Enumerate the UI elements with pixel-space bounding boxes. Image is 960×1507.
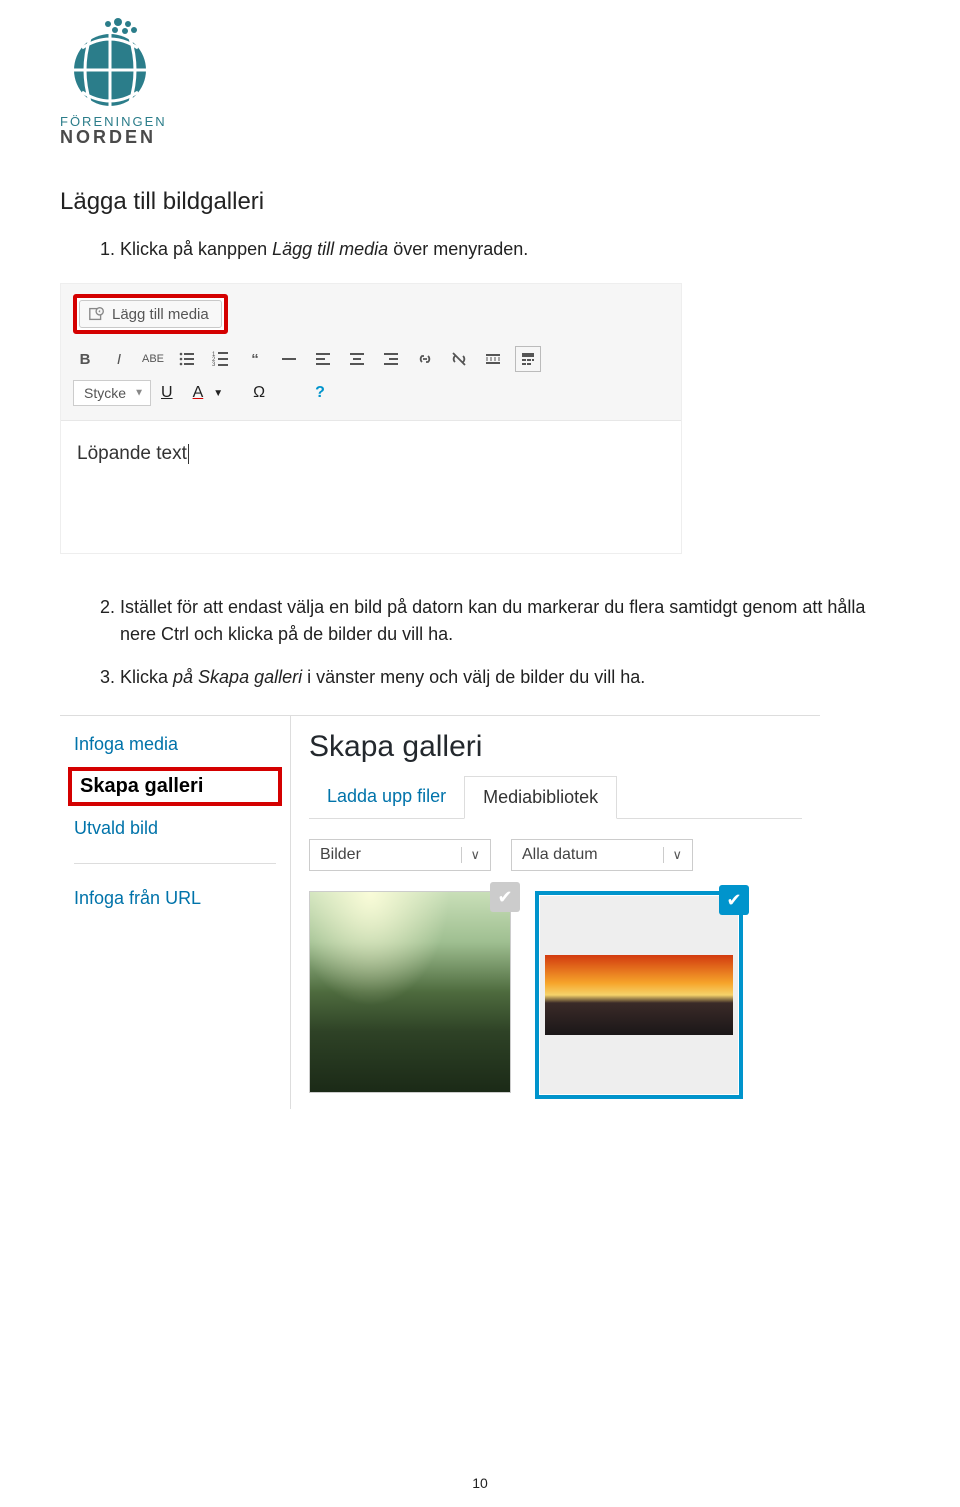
logo: FÖRENINGEN NORDEN (60, 18, 200, 148)
toolbar-row-1: B I ABE 123 “ (73, 346, 669, 372)
tab-media-library[interactable]: Mediabibliotek (464, 776, 617, 819)
format-select-value: Stycke (84, 385, 126, 401)
more-button[interactable] (481, 347, 505, 371)
filter-date-value: Alla datum (522, 846, 598, 864)
align-left-button[interactable] (311, 347, 335, 371)
format-select[interactable]: Stycke ▼ (73, 380, 151, 406)
check-icon: ✔ (719, 885, 749, 915)
sidebar-divider (74, 863, 276, 864)
media-modal-screenshot: Infoga media Skapa galleri Utvald bild I… (60, 715, 820, 1109)
italic-button[interactable]: I (107, 347, 131, 371)
media-thumbnail-1[interactable]: ✔ (309, 891, 511, 1093)
special-char-button[interactable]: Ω (253, 384, 265, 402)
chevron-down-icon: ∨ (663, 847, 682, 863)
page-number: 10 (472, 1475, 488, 1491)
bullet-list-button[interactable] (175, 347, 199, 371)
modal-tabs: Ladda upp filer Mediabibliotek (309, 776, 802, 819)
add-media-label: Lägg till media (112, 306, 209, 323)
add-media-button[interactable]: Lägg till media (79, 300, 222, 328)
sidebar-item-skapa-galleri[interactable]: Skapa galleri (68, 767, 282, 806)
step-3: Klicka på Skapa galleri i vänster meny o… (120, 664, 900, 691)
globe-icon (60, 18, 160, 108)
section-heading: Lägga till bildgalleri (60, 188, 900, 216)
sidebar-item-infoga-url[interactable]: Infoga från URL (60, 878, 290, 919)
text-color-button[interactable]: A (193, 384, 204, 402)
step-1-text-pre: Klicka på kanppen (120, 239, 272, 259)
step-1: Klicka på kanppen Lägg till media över m… (120, 236, 900, 263)
filter-type-value: Bilder (320, 846, 361, 864)
step-3-text-post: i vänster meny och välj de bilder du vil… (302, 667, 645, 687)
thumbnail-image (545, 955, 733, 1035)
text-cursor (188, 444, 189, 464)
step-1-text-em: Lägg till media (272, 239, 388, 259)
media-icon (88, 305, 106, 323)
editor-body[interactable]: Löpande text (61, 421, 681, 553)
filter-date-select[interactable]: Alla datum ∨ (511, 839, 693, 871)
unlink-button[interactable] (447, 347, 471, 371)
step-3-text-em: på Skapa galleri (173, 667, 302, 687)
help-button[interactable]: ? (315, 384, 325, 402)
svg-text:3: 3 (212, 362, 216, 368)
tab-upload-files[interactable]: Ladda upp filer (309, 776, 464, 818)
hr-button[interactable] (277, 347, 301, 371)
editor-screenshot: Lägg till media B I ABE 123 “ (60, 283, 682, 554)
sidebar-item-utvald-bild[interactable]: Utvald bild (60, 808, 290, 849)
step-3-text-pre: Klicka (120, 667, 173, 687)
modal-sidebar: Infoga media Skapa galleri Utvald bild I… (60, 716, 291, 1109)
thumbnail-image (310, 892, 510, 1092)
check-icon: ✔ (490, 882, 520, 912)
underline-button[interactable]: U (161, 384, 173, 402)
chevron-down-icon: ∨ (461, 847, 480, 863)
text-color-caret[interactable]: ▼ (213, 388, 223, 399)
strikethrough-button[interactable]: ABE (141, 347, 165, 371)
blockquote-button[interactable]: “ (243, 347, 267, 371)
filter-type-select[interactable]: Bilder ∨ (309, 839, 491, 871)
step-2: Istället för att endast välja en bild på… (120, 594, 900, 648)
logo-line2: NORDEN (60, 127, 200, 148)
add-media-highlight: Lägg till media (73, 294, 228, 334)
sidebar-item-infoga-media[interactable]: Infoga media (60, 724, 290, 765)
align-right-button[interactable] (379, 347, 403, 371)
toolbar-row-2: Stycke ▼ U A ▼ Ω ? (73, 380, 669, 406)
toolbar-toggle-button[interactable] (515, 346, 541, 372)
media-thumbnail-2[interactable]: ✔ (535, 891, 743, 1099)
numbered-list-button[interactable]: 123 (209, 347, 233, 371)
link-button[interactable] (413, 347, 437, 371)
step-1-text-post: över menyraden. (388, 239, 528, 259)
editor-body-text: Löpande text (77, 443, 187, 464)
bold-button[interactable]: B (73, 347, 97, 371)
align-center-button[interactable] (345, 347, 369, 371)
modal-title: Skapa galleri (309, 730, 802, 764)
